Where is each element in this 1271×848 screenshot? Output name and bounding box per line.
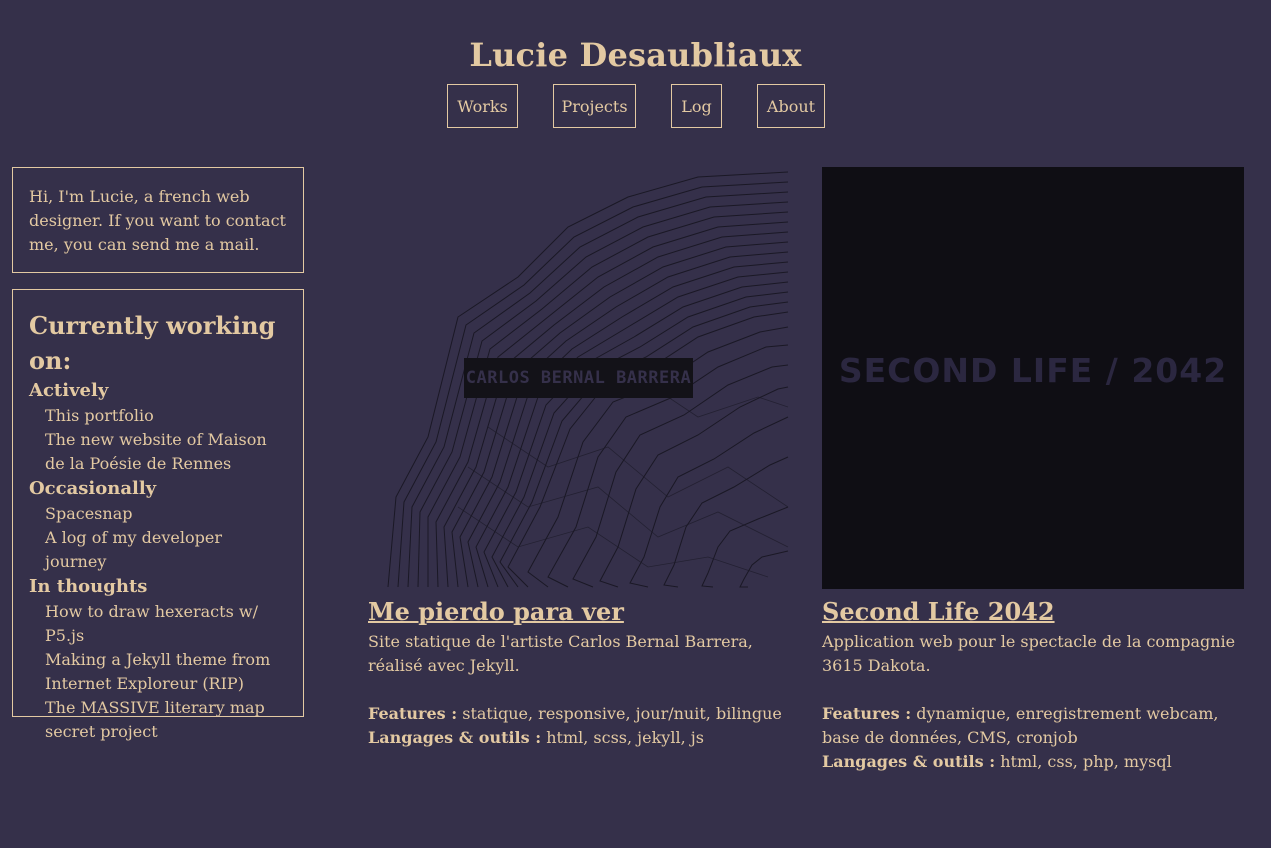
thumbnail-label: SECOND LIFE / 2042 bbox=[838, 351, 1228, 390]
site-title[interactable]: Lucie Desaubliaux bbox=[0, 36, 1271, 74]
list-actively: This portfolio The new website of Maison… bbox=[29, 404, 287, 476]
project-card: Second Life 2042 Application web pour le… bbox=[822, 596, 1244, 774]
features-label: Features : bbox=[368, 704, 458, 723]
project-tools: Langages & outils : html, scss, jekyll, … bbox=[368, 726, 790, 750]
project-thumbnail-second-life[interactable]: SECOND LIFE / 2042 bbox=[822, 167, 1244, 589]
project-title-link[interactable]: Me pierdo para ver bbox=[368, 597, 624, 626]
tools-label: Langages & outils : bbox=[368, 728, 542, 747]
features-label: Features : bbox=[822, 704, 912, 723]
currently-working-heading: Currently working on: bbox=[29, 311, 276, 375]
project-description: Site statique de l'artiste Carlos Bernal… bbox=[368, 632, 753, 675]
project-title: Second Life 2042 bbox=[822, 596, 1244, 628]
list-item: The new website of Maison de la Poésie d… bbox=[45, 430, 267, 473]
project-features: Features : statique, responsive, jour/nu… bbox=[368, 702, 790, 726]
project-title: Me pierdo para ver bbox=[368, 596, 790, 628]
main-nav: Works Projects Log About bbox=[0, 84, 1271, 130]
list-item: Spacesnap bbox=[45, 504, 133, 523]
thumbnail-label: CARLOS BERNAL BARRERA bbox=[464, 358, 693, 398]
project-card: Me pierdo para ver Site statique de l'ar… bbox=[368, 596, 790, 750]
list-item: This portfolio bbox=[45, 406, 154, 425]
intro-text: Hi, I'm Lucie, a french web designer. If… bbox=[29, 187, 286, 254]
project-description: Application web pour le spectacle de la … bbox=[822, 632, 1236, 675]
group-title-in-thoughts: In thoughts bbox=[29, 576, 148, 597]
nav-projects[interactable]: Projects bbox=[553, 84, 636, 128]
currently-working-box: Currently working on: Actively This port… bbox=[12, 289, 304, 741]
list-item: The MASSIVE literary map secret project bbox=[45, 698, 265, 741]
tools-value: html, scss, jekyll, js bbox=[546, 728, 704, 747]
project-title-link[interactable]: Second Life 2042 bbox=[822, 597, 1055, 626]
project-thumbnail-carlos[interactable]: CARLOS BERNAL BARRERA bbox=[368, 167, 790, 589]
group-title-occasionally: Occasionally bbox=[29, 478, 157, 499]
project-features: Features : dynamique, enregistrement web… bbox=[822, 702, 1244, 750]
features-value: statique, responsive, jour/nuit, bilingu… bbox=[462, 704, 782, 723]
list-item: How to draw hexeracts w/ P5.js bbox=[45, 602, 258, 645]
list-in-thoughts: How to draw hexeracts w/ P5.js Making a … bbox=[29, 600, 287, 744]
nav-about[interactable]: About bbox=[757, 84, 825, 128]
list-item: A log of my developer journey bbox=[45, 528, 222, 571]
intro-box: Hi, I'm Lucie, a french web designer. If… bbox=[12, 167, 304, 273]
tools-label: Langages & outils : bbox=[822, 752, 996, 771]
tools-value: html, css, php, mysql bbox=[1000, 752, 1172, 771]
nav-log[interactable]: Log bbox=[671, 84, 722, 128]
project-tools: Langages & outils : html, css, php, mysq… bbox=[822, 750, 1244, 774]
group-title-actively: Actively bbox=[29, 380, 109, 401]
list-item: Making a Jekyll theme from Internet Expl… bbox=[45, 650, 271, 693]
nav-works[interactable]: Works bbox=[447, 84, 518, 128]
list-occasionally: Spacesnap A log of my developer journey bbox=[29, 502, 287, 574]
